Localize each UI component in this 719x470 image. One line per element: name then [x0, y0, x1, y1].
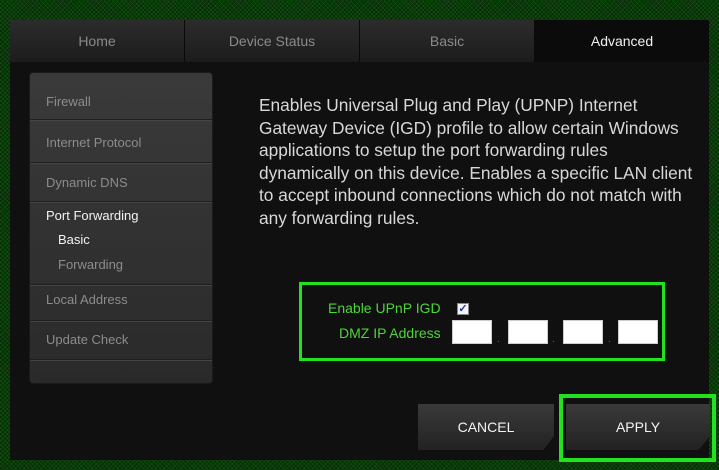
sidebar-subitem-forwarding[interactable]: Forwarding — [58, 257, 123, 272]
sidebar-item-label: Firewall — [46, 94, 91, 109]
tab-home[interactable]: Home — [10, 20, 185, 62]
sidebar-item-dynamic-dns[interactable]: Dynamic DNS — [30, 163, 212, 202]
sidebar-item-internet-protocol[interactable]: Internet Protocol — [30, 120, 212, 163]
ip-separator: . — [552, 334, 555, 345]
dmz-ip-octet-2[interactable] — [508, 320, 548, 344]
ip-separator: . — [608, 334, 611, 345]
dmz-label: DMZ IP Address — [339, 325, 441, 341]
cancel-button[interactable]: CANCEL — [418, 404, 554, 450]
dmz-ip-octet-1[interactable] — [452, 320, 492, 344]
nav-tabs: Home Device Status Basic Advanced — [10, 20, 709, 62]
sidebar-item-label: Port Forwarding — [46, 208, 139, 223]
sidebar-item-label: Local Address — [46, 292, 128, 307]
tab-advanced[interactable]: Advanced — [535, 20, 709, 62]
upnp-label: Enable UPnP IGD — [328, 300, 441, 316]
ip-separator: . — [497, 334, 500, 345]
tab-device-status[interactable]: Device Status — [185, 20, 360, 62]
sidebar-item-label: Update Check — [46, 332, 129, 347]
sidebar: Firewall Internet Protocol Dynamic DNS P… — [30, 73, 212, 383]
apply-highlight — [559, 394, 716, 462]
sidebar-item-label: Dynamic DNS — [46, 175, 128, 190]
dmz-ip-octet-4[interactable] — [618, 320, 658, 344]
sidebar-item-firewall[interactable]: Firewall — [30, 73, 212, 120]
tab-basic[interactable]: Basic — [360, 20, 535, 62]
sidebar-item-label: Internet Protocol — [46, 135, 142, 150]
sidebar-item-update-check[interactable]: Update Check — [30, 321, 212, 360]
sidebar-item-local-address[interactable]: Local Address — [30, 285, 212, 321]
dmz-ip-octet-3[interactable] — [563, 320, 603, 344]
sidebar-subitem-basic[interactable]: Basic — [58, 232, 90, 247]
upnp-description: Enables Universal Plug and Play (UPNP) I… — [259, 95, 693, 228]
upnp-checkbox[interactable]: ✓ — [457, 303, 469, 315]
